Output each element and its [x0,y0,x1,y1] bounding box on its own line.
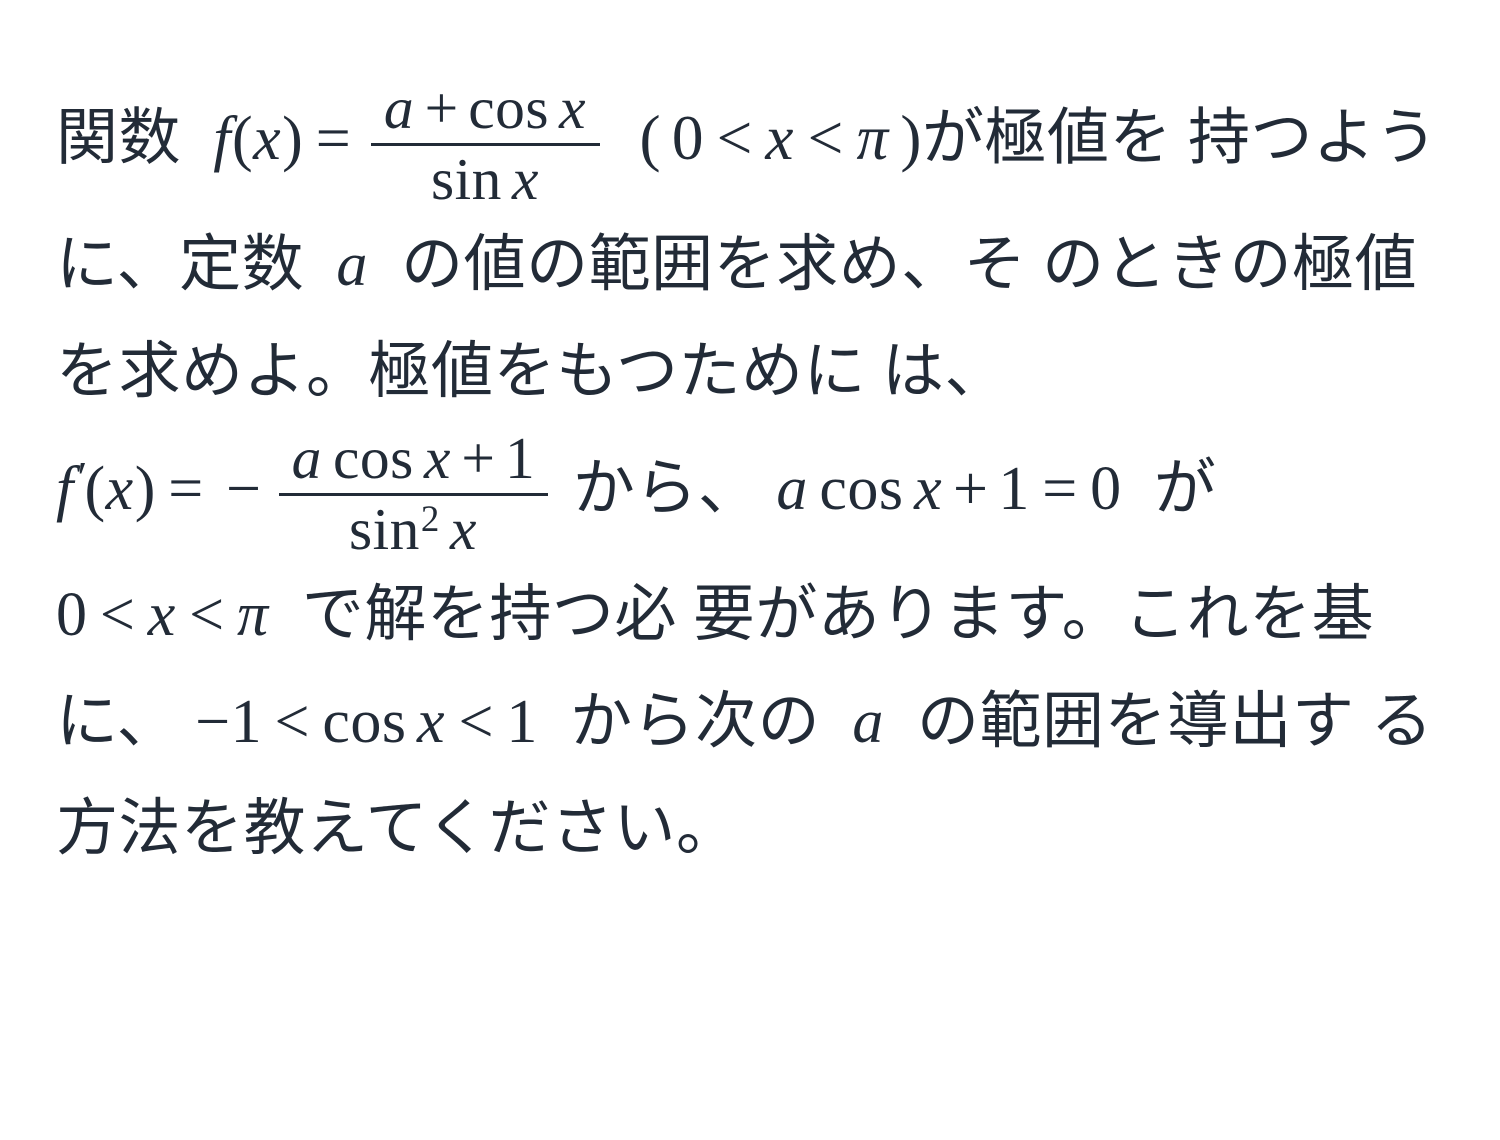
text-ga: が [1153,450,1217,524]
symbol-x: x [765,102,794,173]
paren-open: ( [231,104,254,173]
symbol-pi: π [237,580,269,649]
operator-plus: + [424,75,459,141]
symbol-x: x [417,687,446,756]
number-one: 1 [504,425,536,492]
exponent-two: 2 [420,497,440,539]
fraction-denominator: sin x [371,147,600,211]
number-one: 1 [506,687,538,756]
function-cos: cos [332,425,414,492]
paren-close: ) [900,102,922,173]
fraction-f-prime-definition: a cos x +1 sin2 x [278,425,549,561]
inequality-cos-range: −1 < cos x <1 [195,688,538,756]
relation-less-than: < [274,687,310,756]
equation-acosx-plus-one: a cos x +1 = 0 [776,455,1121,523]
symbol-x: x [105,454,134,523]
symbol-a-constant: a [852,687,884,756]
paren-open: ( [639,102,662,173]
text-no-atai-no-hani: の値の範囲を求め、そ [401,226,1027,300]
text-de-kai-wo-motsu: で解を持つ必 [301,576,677,650]
symbol-a-constant: a [336,230,368,299]
symbol-x: x [559,75,587,141]
formula-f-prime: f′(x) = − a cos x +1 sin2 x [56,427,555,560]
symbol-x: x [253,104,282,173]
paren-close: ) [134,454,156,523]
problem-page: 関数 f(x) = a + cos x sin x(0 < x < π)が極値を 持つように、定数 a の値… [0,0,1500,1140]
text-kansu: 関数 [56,100,182,174]
function-cos: cos [819,454,904,523]
domain-condition: (0 < x < π) [640,103,922,173]
symbol-a: a [383,75,415,141]
number-negative-one: −1 [195,687,263,756]
function-sin: sin [430,145,502,212]
number-zero: 0 [671,102,704,173]
number-zero: 0 [1090,454,1122,523]
relation-less-than: < [458,687,494,756]
text-wa: は、 [882,333,1008,407]
relation-less-than: < [99,580,136,649]
text-kara-tsugino: から次の [570,683,821,757]
paren-open: ( [84,454,106,523]
relation-equals: = [1042,454,1078,523]
number-zero: 0 [56,580,88,649]
operator-plus: + [461,425,496,492]
fraction-numerator: a cos x +1 [279,425,549,492]
relation-equals: = [315,104,352,173]
text-ga-kyokuchi-wo: が極値を [921,100,1172,174]
relation-less-than: < [716,102,753,173]
text-kara: から、 [572,450,761,524]
symbol-f: f [213,104,231,173]
paren-close: ) [282,104,304,173]
relation-equals: = [168,454,204,523]
prime-mark: ′ [74,451,85,502]
relation-less-than: < [807,102,844,173]
symbol-a: a [291,425,322,492]
number-one: 1 [998,454,1030,523]
symbol-x: x [147,580,176,649]
fraction-f-definition: a + cos x sin x [370,75,601,211]
fraction-numerator: a + cos x [371,75,600,142]
interval-condition: 0 < x < π [56,581,270,649]
function-sin: sin [348,496,420,562]
symbol-x: x [423,425,451,492]
symbol-f: f [56,454,74,523]
symbol-x: x [512,145,539,212]
formula-f-of-x: f(x) = a + cos x sin x [213,77,607,210]
text-no-hani-wo-doushutsu: の範囲を導出す [917,683,1355,757]
operator-plus: + [953,454,989,523]
function-cos: cos [468,75,550,141]
symbol-x: x [449,496,477,562]
symbol-pi: π [856,102,889,173]
problem-statement: 関数 f(x) = a + cos x sin x(0 < x < π)が極値を 持つように、定数 a の値… [56,77,1446,882]
relation-less-than: < [189,580,225,649]
fraction-denominator: sin2 x [279,497,549,561]
symbol-a: a [776,454,808,523]
symbol-x: x [914,454,943,523]
function-cos: cos [322,687,407,756]
operator-minus: − [226,454,262,523]
